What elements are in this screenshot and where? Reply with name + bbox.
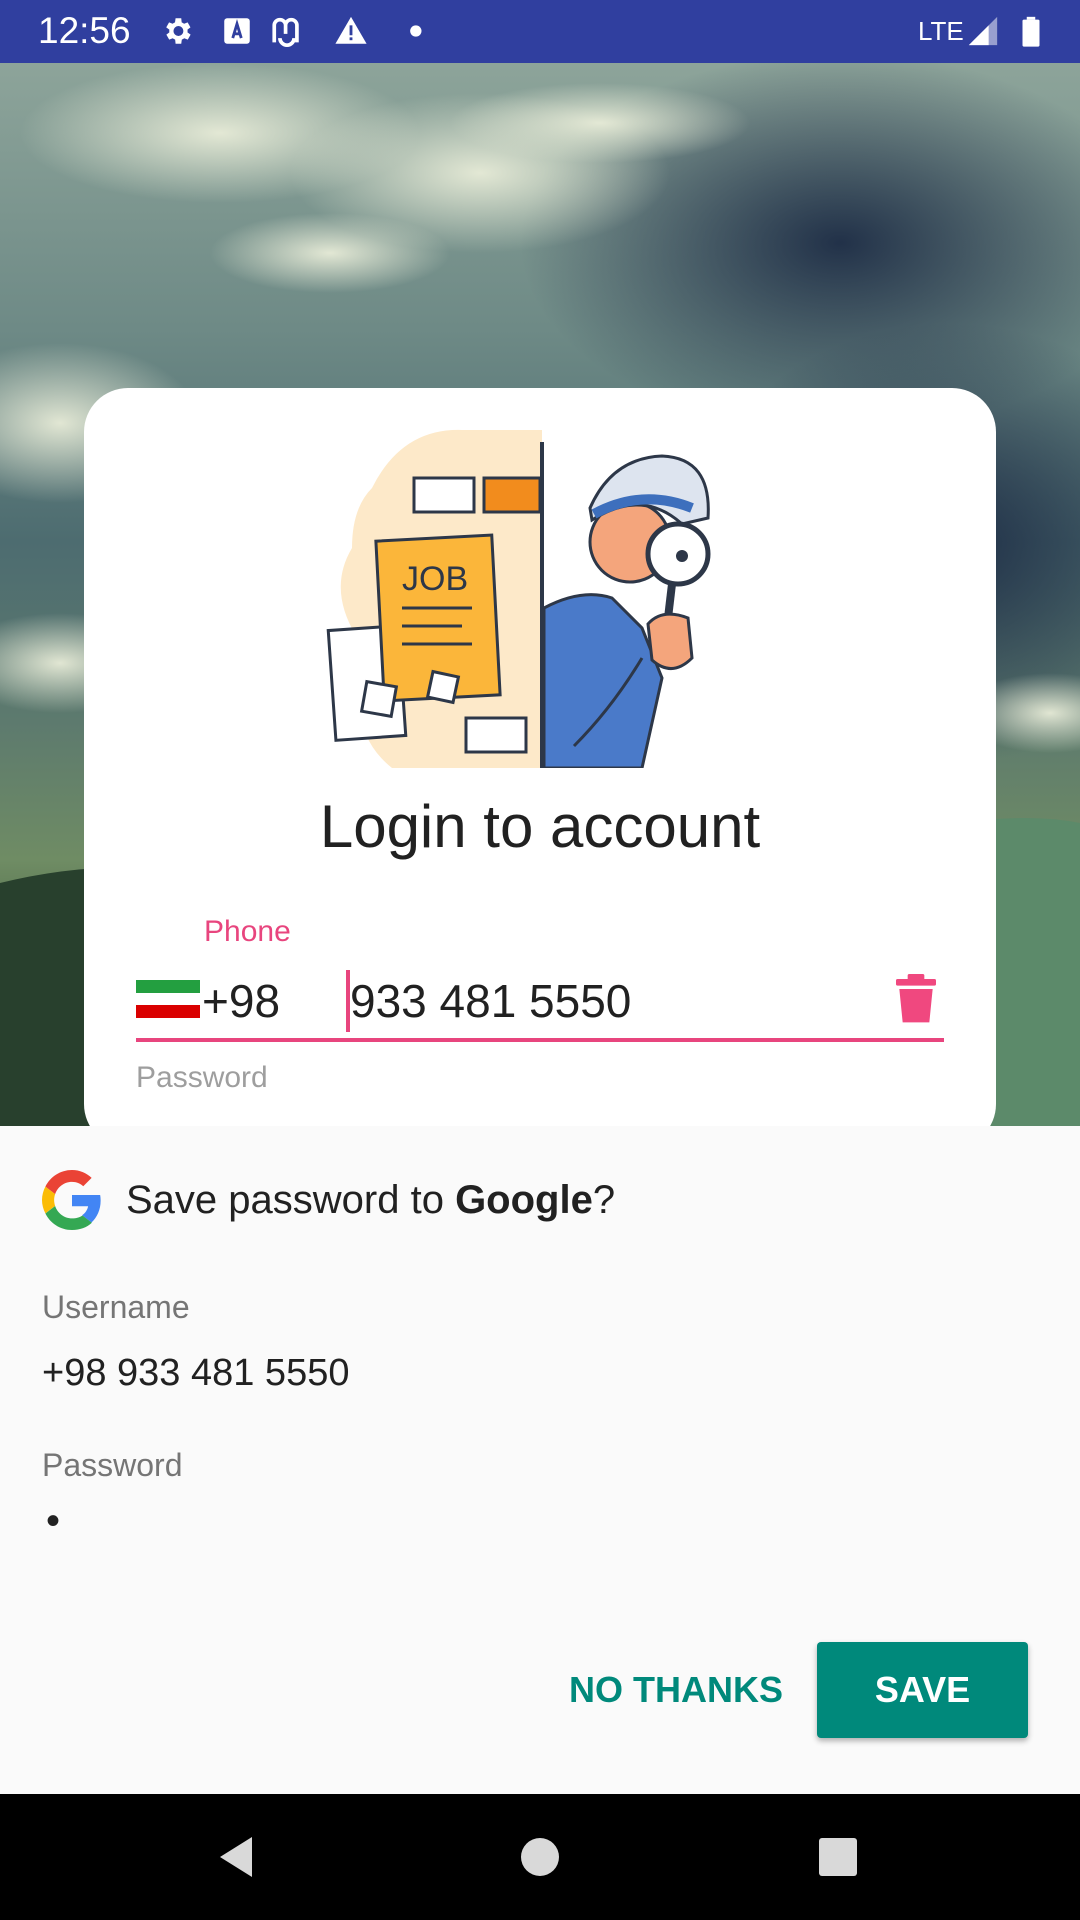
back-icon[interactable] (208, 1827, 268, 1887)
no-thanks-button[interactable]: NO THANKS (556, 1642, 796, 1738)
password-field-label[interactable]: Password (136, 1060, 268, 1096)
save-sheet-title: Save password to Google? (126, 1176, 615, 1224)
network-type: LTE (918, 16, 964, 46)
password-label: Password (42, 1447, 183, 1483)
detective-illustration: JOB (326, 429, 711, 768)
title-suffix: ? (592, 1178, 616, 1222)
status-bar: 12:56 LTE (0, 0, 1080, 63)
settings-icon (166, 18, 191, 44)
m-app-icon (272, 17, 299, 47)
status-time: 12:56 (38, 10, 131, 51)
job-text: JOB (402, 560, 468, 598)
trash-icon[interactable] (896, 974, 936, 1024)
phone-label: Phone (204, 915, 291, 948)
dot-icon (410, 25, 422, 37)
navigation-bar (0, 1794, 1080, 1920)
iran-flag-icon[interactable] (136, 980, 200, 1018)
save-password-sheet: Save password to Google? Username +98 93… (0, 1126, 1080, 1794)
country-code: +98 (202, 975, 281, 1027)
phone-field[interactable]: +98 933 481 5550 (136, 966, 944, 1042)
signal-icon (968, 16, 998, 46)
battery-icon (1022, 16, 1040, 47)
login-title: Login to account (319, 793, 761, 860)
username-label: Username (42, 1289, 190, 1325)
title-prefix: Save password to (126, 1178, 456, 1222)
recents-icon[interactable] (808, 1827, 868, 1887)
title-brand: Google (455, 1178, 593, 1222)
save-button[interactable]: SAVE (817, 1642, 1028, 1738)
google-logo-icon (42, 1170, 101, 1230)
username-value: +98 933 481 5550 (42, 1352, 350, 1394)
a-box-icon (224, 18, 250, 44)
home-icon[interactable] (510, 1827, 570, 1887)
password-value: • (46, 1499, 61, 1543)
phone-input[interactable]: 933 481 5550 (350, 974, 631, 1028)
login-card: JOB Login to account Phone +98 933 481 5… (84, 388, 996, 1148)
warning-icon (335, 16, 367, 44)
